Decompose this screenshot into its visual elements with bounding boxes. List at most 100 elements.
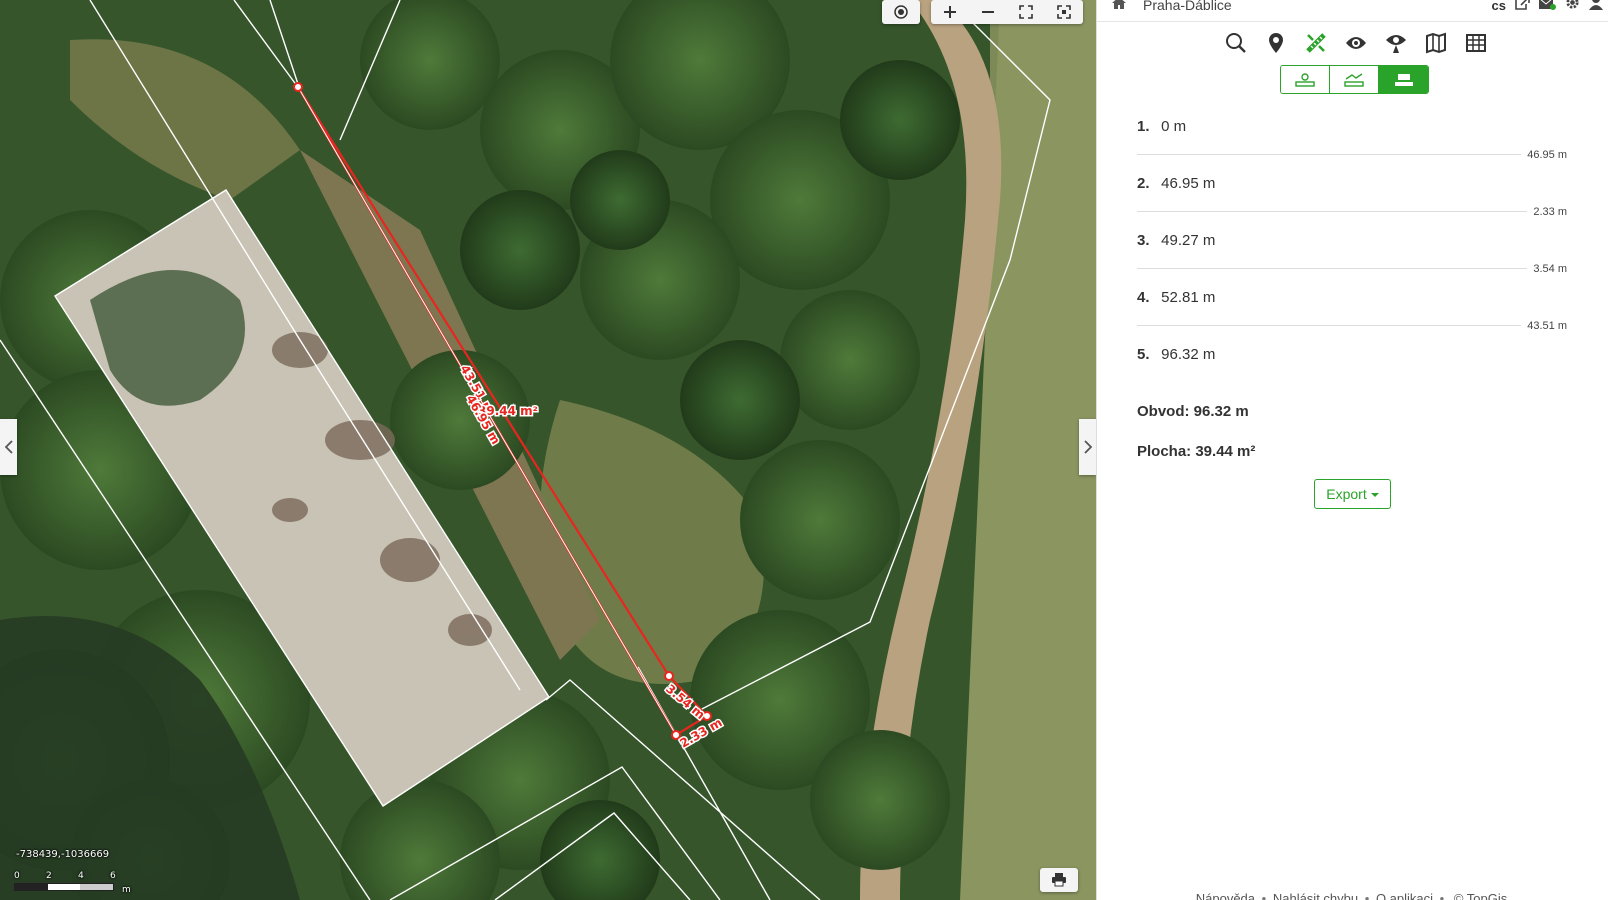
search-tool[interactable]	[1221, 30, 1250, 56]
measure-point: 4. 52.81 m 43.51 m	[1137, 289, 1567, 346]
area-value: Plocha: 39.44 m²	[1137, 443, 1256, 460]
caret-down-icon	[1370, 493, 1379, 497]
help-link[interactable]: Nápověda	[1196, 891, 1255, 900]
point-distance: 46.95 m	[1161, 175, 1216, 192]
segment-length: 46.95 m	[1521, 149, 1567, 161]
copyright: © TopGis	[1453, 891, 1508, 900]
fullscreen-icon	[1019, 5, 1033, 19]
point-ruler-icon	[1295, 72, 1315, 87]
point-number: 3.	[1137, 232, 1150, 249]
point-distance: 96.32 m	[1161, 346, 1216, 363]
user-icon	[1589, 0, 1603, 10]
zoom-out-button[interactable]	[969, 0, 1007, 24]
measure-point: 5. 96.32 m	[1137, 346, 1567, 403]
table-tool[interactable]	[1461, 30, 1490, 56]
measure-point: 1. 0 m 46.95 m	[1137, 118, 1567, 175]
map-book-tool[interactable]	[1421, 30, 1450, 56]
point-distance: 49.27 m	[1161, 232, 1216, 249]
segment-divider	[1137, 154, 1565, 155]
vertex-1	[293, 82, 303, 92]
side-panel: Praha-Ďáblice cs 1. 0 m 46.95 m 2. 46.95…	[1096, 0, 1608, 900]
scale-graphic	[14, 883, 114, 891]
scale-tick: 4	[78, 871, 84, 881]
external-link-icon	[1515, 0, 1530, 10]
segment-length: 43.51 m	[1521, 320, 1567, 332]
zoom-controls	[931, 0, 1083, 24]
minus-icon	[982, 11, 994, 13]
export-label: Export	[1326, 486, 1367, 502]
report-bug-link[interactable]: Nahlásit chybu	[1273, 891, 1358, 900]
locate-button[interactable]	[882, 0, 920, 24]
measure-point-mode[interactable]	[1281, 66, 1330, 93]
table-icon	[1465, 34, 1486, 52]
about-link[interactable]: O aplikaci	[1376, 891, 1433, 900]
search-icon	[1225, 33, 1246, 53]
area-ruler-icon	[1394, 73, 1413, 86]
location-name: Praha-Ďáblice	[1143, 0, 1232, 13]
home-icon	[1112, 0, 1126, 9]
zoom-in-button[interactable]	[931, 0, 969, 24]
line-ruler-icon	[1344, 72, 1364, 87]
measure-point: 3. 49.27 m 3.54 m	[1137, 232, 1567, 289]
export-button[interactable]: Export	[1314, 479, 1391, 509]
measure-points-list: 1. 0 m 46.95 m 2. 46.95 m 2.33 m 3. 49.2…	[1137, 118, 1567, 403]
print-button[interactable]	[1040, 868, 1078, 892]
separator: •	[1364, 891, 1370, 900]
app-root: 43.51 m 39.44 m² 46.95 m 3.54 m 2.33 m -…	[0, 0, 1608, 900]
top-bar-actions: cs	[1492, 0, 1603, 15]
segment-divider	[1137, 325, 1565, 326]
segment-length: 3.54 m	[1527, 263, 1567, 275]
scale-tick: 6	[110, 871, 116, 881]
zoom-extent-button[interactable]	[1045, 0, 1083, 24]
home-button[interactable]	[1111, 0, 1127, 15]
measure-area-mode[interactable]	[1379, 66, 1428, 93]
aerial-map: 43.51 m 39.44 m² 46.95 m 3.54 m 2.33 m	[0, 0, 1096, 900]
coordinate-readout: -738439,-1036669	[16, 849, 110, 860]
point-distance: 0 m	[1161, 118, 1187, 135]
gear-icon	[1566, 0, 1579, 9]
segment-divider	[1137, 211, 1565, 212]
footer-links: Nápověda • Nahlásit chybu • O aplikaci •…	[1097, 891, 1608, 900]
location-tool[interactable]	[1261, 30, 1290, 56]
map-view[interactable]: 43.51 m 39.44 m² 46.95 m 3.54 m 2.33 m -…	[0, 0, 1096, 900]
user-button[interactable]	[1589, 0, 1603, 15]
view-point-tool[interactable]	[1381, 30, 1410, 56]
separator: •	[1439, 891, 1445, 900]
eye-marker-icon	[1385, 35, 1406, 53]
point-distance: 52.81 m	[1161, 289, 1216, 306]
messages-button[interactable]	[1539, 0, 1556, 15]
language-selector[interactable]: cs	[1492, 0, 1506, 13]
measure-tool[interactable]	[1301, 30, 1330, 56]
measure-icon	[1305, 33, 1326, 53]
scale-tick: 2	[46, 871, 52, 881]
segment-divider	[1137, 268, 1565, 269]
scale-labels: 0 2 4 6	[14, 871, 134, 883]
measure-line-mode[interactable]	[1330, 66, 1379, 93]
settings-button[interactable]	[1565, 0, 1580, 15]
visibility-tool[interactable]	[1341, 30, 1370, 56]
scale-tick: 0	[14, 871, 20, 881]
eye-icon	[1345, 37, 1366, 49]
vertex-2	[664, 671, 674, 681]
right-panel-toggle[interactable]	[1079, 419, 1096, 475]
fullscreen-button[interactable]	[1007, 0, 1045, 24]
segment-length: 2.33 m	[1527, 206, 1567, 218]
share-button[interactable]	[1515, 0, 1530, 15]
measure-point: 2. 46.95 m 2.33 m	[1137, 175, 1567, 232]
scale-bar: 0 2 4 6 m	[14, 871, 134, 895]
left-panel-toggle[interactable]	[0, 419, 17, 475]
point-number: 5.	[1137, 346, 1150, 363]
tool-bar	[1221, 30, 1490, 56]
point-number: 4.	[1137, 289, 1150, 306]
target-icon	[894, 5, 908, 19]
printer-icon	[1052, 873, 1066, 887]
perimeter-value: Obvod: 96.32 m	[1137, 403, 1249, 420]
location-icon	[1268, 33, 1283, 53]
scale-unit: m	[122, 885, 131, 895]
top-bar: Praha-Ďáblice cs	[1097, 0, 1608, 22]
zoom-extent-icon	[1057, 5, 1071, 19]
chevron-right-icon	[1083, 440, 1092, 454]
point-number: 1.	[1137, 118, 1150, 135]
mail-icon	[1539, 0, 1556, 10]
map-book-icon	[1425, 32, 1446, 54]
